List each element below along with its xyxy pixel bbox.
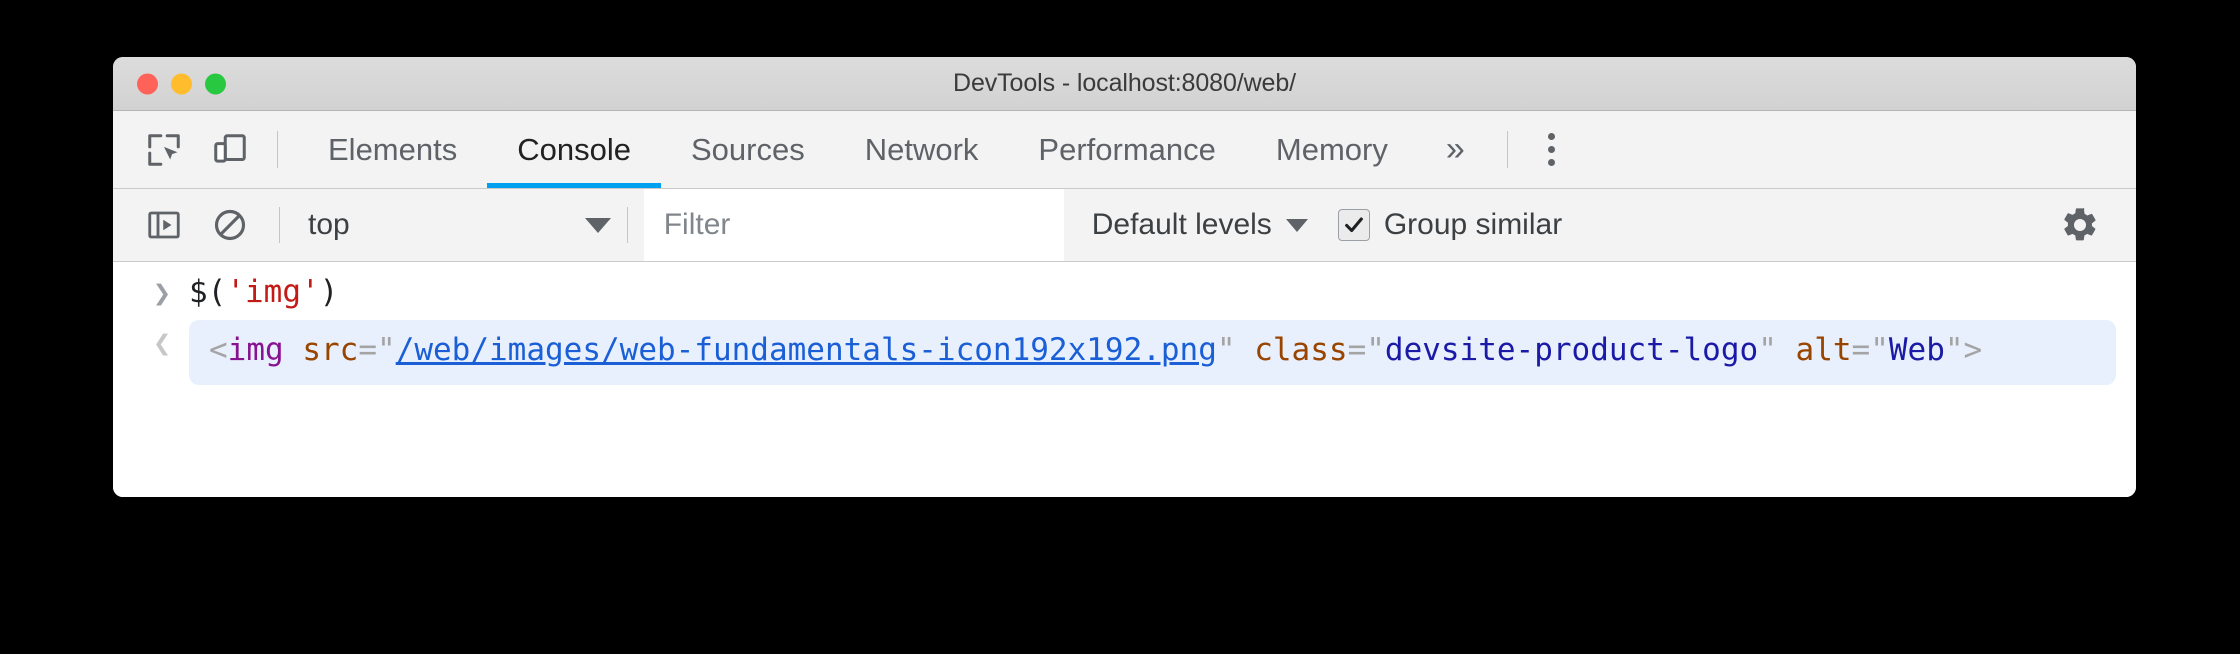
tab-console[interactable]: Console (487, 111, 661, 188)
console-result-row: ❮ <img src="/web/images/web-fundamentals… (113, 319, 2136, 386)
code-token: " (1216, 331, 1236, 368)
code-token: devsite-product-logo (1384, 331, 1759, 368)
tab-network[interactable]: Network (835, 111, 1009, 188)
input-gutter: ❯ (135, 270, 189, 309)
log-levels-label: Default levels (1091, 208, 1272, 241)
code-token: = (1851, 331, 1871, 368)
tab-memory[interactable]: Memory (1246, 111, 1418, 188)
dot (1548, 133, 1556, 140)
group-similar-label: Group similar (1383, 208, 1563, 241)
toolbar-divider-2 (626, 207, 628, 243)
code-token: " (377, 331, 396, 368)
more-tabs-chevron-icon[interactable]: » (1418, 111, 1493, 188)
filter-input-wrapper[interactable] (643, 189, 1064, 261)
screenshot-root: DevTools - localhost:8080/web/ Elements (0, 0, 2240, 654)
code-token: = (1347, 331, 1367, 368)
traffic-light-buttons (137, 73, 226, 94)
code-token: " (1366, 331, 1385, 368)
device-toolbar-icon[interactable] (197, 111, 263, 188)
code-token: Web (1888, 331, 1945, 368)
chevron-down-icon (1285, 218, 1308, 232)
execution-context-label: top (308, 208, 350, 241)
code-token: < (209, 331, 228, 368)
check-icon (1344, 217, 1363, 233)
execution-context-selector[interactable]: top (296, 208, 611, 242)
tab-label: Memory (1275, 131, 1388, 167)
more-tabs-label: » (1445, 130, 1465, 168)
tab-label: Performance (1038, 131, 1216, 167)
console-result-html[interactable]: <img src="/web/images/web-fundamentals-i… (209, 330, 2096, 372)
source-link[interactable]: /web/images/web-fundamentals-icon192x192… (396, 332, 1217, 368)
tab-label: Network (864, 131, 979, 167)
console-result-highlight: <img src="/web/images/web-fundamentals-i… (189, 319, 2116, 386)
group-similar-toggle[interactable]: Group similar (1337, 208, 1563, 242)
prompt-arrow-icon: ❯ (152, 276, 172, 311)
filter-input[interactable] (661, 207, 1064, 243)
code-token: alt (1795, 331, 1852, 368)
code-token: ) (319, 274, 339, 310)
chevron-down-icon (584, 217, 611, 233)
result-gutter: ❮ (135, 320, 189, 359)
inspect-element-icon[interactable] (131, 111, 197, 188)
clear-console-icon[interactable] (197, 189, 263, 261)
window-titlebar: DevTools - localhost:8080/web/ (113, 57, 2136, 111)
code-token: $( (189, 274, 227, 310)
code-token: " (1870, 331, 1889, 368)
console-input-row: ❯ $('img') (113, 270, 2136, 314)
tab-elements[interactable]: Elements (298, 111, 487, 188)
devtools-tabbar: Elements Console Sources Network Perform… (113, 111, 2136, 189)
devtools-window: DevTools - localhost:8080/web/ Elements (113, 57, 2136, 497)
window-title: DevTools - localhost:8080/web/ (952, 69, 1297, 97)
tabbar-divider (277, 131, 278, 168)
console-input-expression[interactable]: $('img') (189, 270, 338, 314)
code-token: img (227, 331, 284, 368)
code-token: > (1963, 331, 1983, 368)
console-message-list: ❯ $('img') ❮ <img src="/web/images/web-f… (113, 262, 2136, 497)
close-window-icon[interactable] (137, 73, 158, 94)
tab-label: Elements (328, 131, 458, 167)
code-token: 'img' (226, 274, 320, 310)
maximize-window-icon[interactable] (205, 73, 226, 94)
tab-label: Sources (690, 131, 805, 167)
console-sidebar-icon[interactable] (131, 189, 197, 261)
result-arrow-icon: ❮ (152, 325, 172, 361)
vertical-dots-icon[interactable] (1522, 111, 1582, 188)
log-levels-dropdown[interactable]: Default levels (1092, 208, 1308, 242)
tab-performance[interactable]: Performance (1008, 111, 1245, 188)
tabbar-divider-right (1506, 131, 1508, 168)
code-token: " (1758, 331, 1777, 368)
gear-icon[interactable] (2050, 205, 2110, 245)
minimize-window-icon[interactable] (171, 73, 192, 94)
dot (1548, 159, 1556, 166)
toolbar-divider (279, 207, 280, 243)
code-token: src (302, 331, 359, 368)
code-token: " (1944, 331, 1964, 368)
panel-tabs: Elements Console Sources Network Perform… (298, 111, 1418, 188)
code-token: class (1254, 331, 1348, 368)
group-similar-checkbox[interactable] (1337, 209, 1370, 241)
console-toolbar: top Default levels Group similar (113, 189, 2136, 262)
tab-sources[interactable]: Sources (661, 111, 835, 188)
tab-label: Console (517, 131, 631, 167)
code-token: = (358, 331, 378, 368)
dot (1548, 146, 1556, 153)
